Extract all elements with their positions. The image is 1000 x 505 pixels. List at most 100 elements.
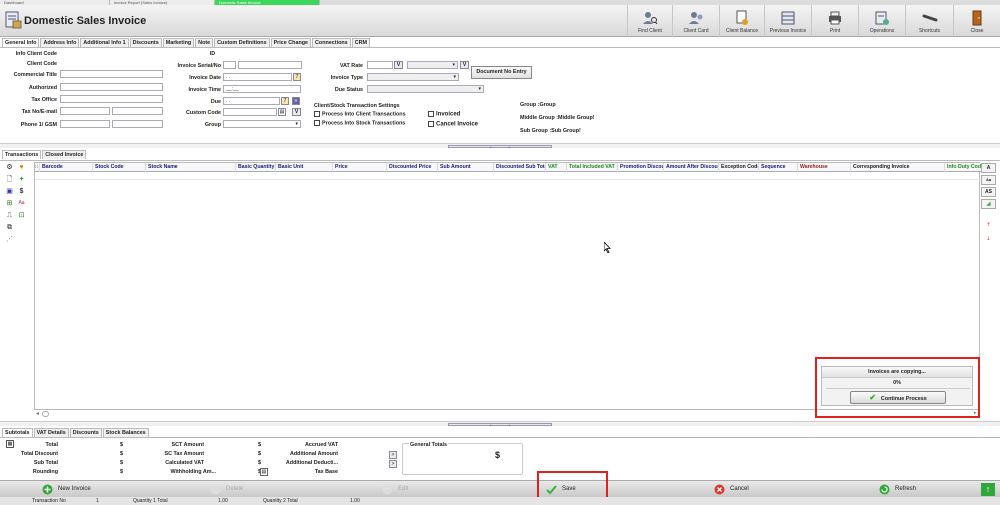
column-amount-after-discount[interactable]: Amount After Discount [664,163,719,172]
text-format-button[interactable]: Aa [981,175,996,185]
client-balance-button[interactable]: Client Balance [719,5,764,37]
invoice-no-input[interactable] [238,61,302,69]
process-stock-checkbox[interactable]: Process Into Stock Transactions [314,120,405,126]
currency-icon[interactable]: $ [17,187,26,196]
tab-crm[interactable]: CRM [351,38,370,47]
invoice-time-input[interactable]: __:__ [223,85,301,93]
group-select[interactable] [223,120,301,128]
horizontal-scrollbar-thumb[interactable] [42,411,49,417]
column-price[interactable]: Price [333,163,387,172]
custom-code-input[interactable] [223,108,277,116]
due-status-select[interactable] [367,85,484,93]
tab-closed-invoice[interactable]: Closed Invoice [42,150,87,159]
invoice-date-input[interactable]: . . [223,73,292,81]
due-calendar-icon[interactable]: 7 [281,97,289,105]
phone-input[interactable] [60,120,110,128]
process-client-checkbox[interactable]: Process Into Client Transactions [314,111,406,117]
column-promotion-discount[interactable]: Promotion Discount [618,163,664,172]
withholding-calc-icon[interactable]: ▤ [260,468,268,476]
vat-rate-select[interactable] [407,61,458,69]
commercial-title-input[interactable] [60,70,163,78]
vat-rate-input[interactable] [367,61,393,69]
move-down-icon[interactable]: ⇣ [981,235,996,245]
column-warehouse[interactable]: Warehouse [798,163,851,172]
custom-code-v-button[interactable]: V [292,108,301,116]
column-stock-code[interactable]: Stock Code [93,163,146,172]
column-barcode[interactable]: Barcode [40,163,93,172]
operations-button[interactable]: Operations [858,5,905,37]
tab-address-info[interactable]: Address Info [40,38,80,47]
edit-pen-icon[interactable]: ◢ [981,199,996,209]
due-calculator-icon[interactable]: ≡ [292,97,300,105]
text-case-icon[interactable]: Aa [17,199,26,208]
invoice-date-calendar-icon[interactable]: 7 [293,73,301,81]
as-button[interactable]: AS [981,187,996,197]
tab-discounts[interactable]: Discounts [129,38,162,47]
additional-deduction-arrow-button[interactable]: > [389,460,397,468]
column-info-duty-code[interactable]: Info Duty Code [945,163,981,172]
export-icon[interactable]: ⊞ [5,199,14,208]
column-discounted-sub-total[interactable]: Discounted Sub Total [494,163,546,172]
splitter-grip[interactable]: ▴ · · · · · · · · · ▴ [448,423,552,427]
document-no-entry-button[interactable]: Document No Entry [471,66,532,79]
client-card-button[interactable]: Client Card [672,5,719,37]
heart-icon[interactable]: ♥ [17,163,26,172]
tab-marketing[interactable]: Marketing [162,38,195,47]
refresh-button[interactable]: Refresh [879,481,916,498]
tab-price-change[interactable]: Price Change [270,38,312,47]
column-basic-unit[interactable]: Basic Unit [276,163,333,172]
find-client-button[interactable]: Find Client [627,5,672,37]
grid-splitter[interactable]: ▴ · · · · · · · · · ▴ [0,421,1000,427]
barcode-icon[interactable]: ▤ [278,108,286,116]
print-button[interactable]: Print [811,5,858,37]
tab-vat-details[interactable]: VAT Details [33,428,69,437]
font-size-button[interactable]: A [981,163,996,173]
tab-custom-definitions[interactable]: Custom Definitions [214,38,270,47]
column-stock-name[interactable]: Stock Name [146,163,236,172]
tab-stock-balances[interactable]: Stock Balances [102,428,149,437]
add-row-icon[interactable]: + [17,175,26,184]
tree-icon[interactable]: ⋰ [5,235,14,244]
authorized-input[interactable] [60,83,163,91]
invoice-serial-input[interactable] [223,61,236,69]
cancel-invoice-checkbox[interactable]: Cancel Invoice [428,121,478,128]
tab-additional-info-1[interactable]: Additional Info 1 [80,38,129,47]
previous-invoice-button[interactable]: Previous Invoice [764,5,811,37]
invoice-type-select[interactable] [367,73,459,81]
column-vat[interactable]: VAT [546,163,567,172]
tab-note[interactable]: Note [195,38,214,47]
column-sequence[interactable]: Sequence [759,163,798,172]
column-discounted-price[interactable]: Discounted Price [387,163,438,172]
invoiced-checkbox[interactable]: Invoiced [428,111,460,118]
tax-no-input[interactable] [60,107,110,115]
move-up-icon[interactable]: ⇡ [981,221,996,231]
column-sub-amount[interactable]: Sub Amount [438,163,494,172]
edit-button[interactable]: Edit [382,481,408,498]
delete-button[interactable]: Delete [210,481,243,498]
gsm-input[interactable] [112,120,163,128]
tab-sub-discounts[interactable]: Discounts [69,428,102,437]
user-list-icon[interactable]: ⎍ [5,211,14,220]
grid-icon[interactable]: ⊡ [17,211,26,220]
document-icon[interactable]: ▣ [5,187,14,196]
tab-transactions[interactable]: Transactions [2,150,42,159]
tax-office-input[interactable] [60,95,163,103]
column-total-included-vat[interactable]: Total Included VAT [567,163,618,172]
shortcuts-button[interactable]: Shortcuts [905,5,953,37]
tab-subtotals[interactable]: Subtotals [2,428,33,437]
vat-select-v-button[interactable]: V [460,61,469,69]
new-document-icon[interactable]: 🗋 [5,175,14,184]
splitter-grip[interactable]: ▴ · · · · · · · · · ▴ [448,145,552,149]
settings-icon[interactable]: ⚙ [5,163,14,172]
cancel-button[interactable]: Cancel [714,481,749,498]
form-splitter[interactable]: ▴ · · · · · · · · · ▴ [0,143,1000,149]
new-invoice-button[interactable]: New Invoice [42,481,91,498]
vat-rate-v-button[interactable]: V [394,61,403,69]
column-corresponding-invoice[interactable]: Corresponding Invoice [851,163,945,172]
column-exception-code[interactable]: Exception Code [719,163,759,172]
close-button[interactable]: Close [953,5,1000,37]
copy-document-icon[interactable]: ⧉ [5,223,14,232]
exit-icon[interactable]: ↑ [981,483,995,496]
table-row[interactable] [35,172,981,180]
tab-connections[interactable]: Connections [312,38,351,47]
